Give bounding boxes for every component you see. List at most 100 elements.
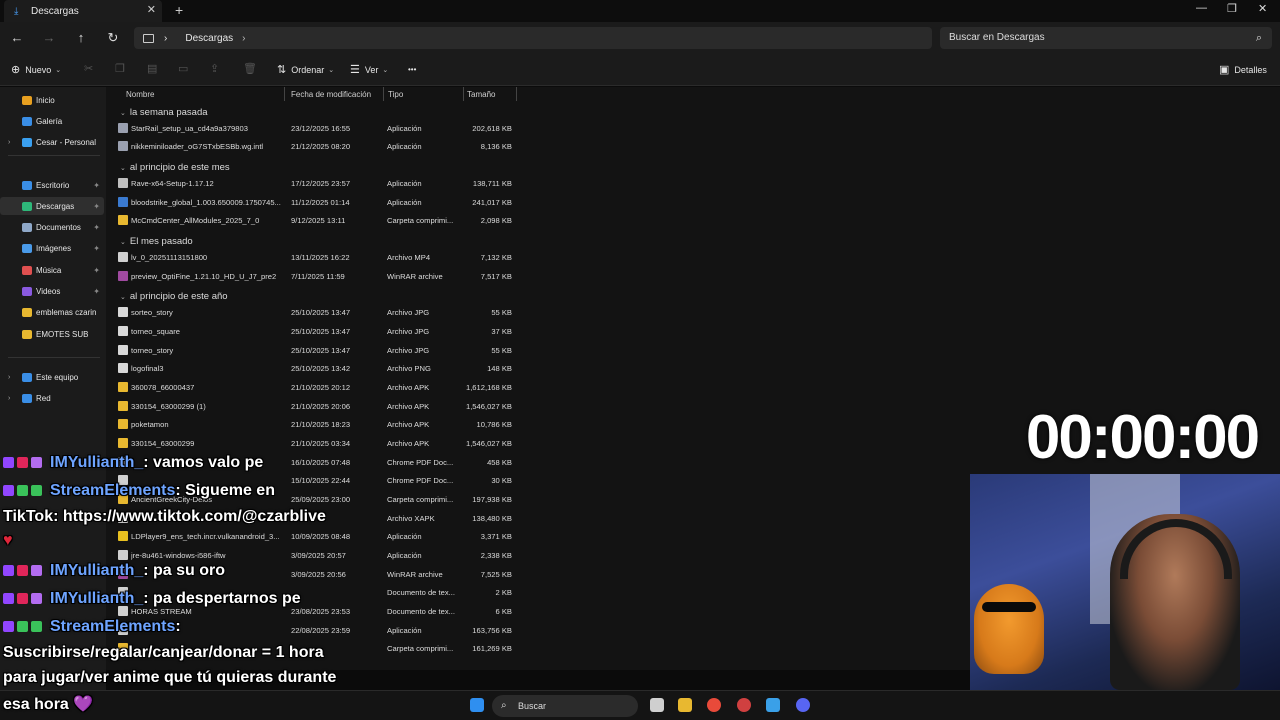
taskbar-search[interactable]: ⌕ Buscar: [492, 695, 638, 717]
group-header[interactable]: ⌄ al principio de este año: [120, 291, 228, 302]
column-name[interactable]: Nombre: [126, 90, 154, 99]
sidebar-item-documentos[interactable]: Documentos ✦: [0, 218, 104, 236]
file-row[interactable]: preview_OptiFine_1.21.10_HD_U_J7_pre2 7/1…: [106, 267, 516, 285]
up-button[interactable]: ↑: [74, 30, 88, 45]
column-type[interactable]: Tipo: [388, 90, 403, 99]
file-row[interactable]: McCmdCenter_AllModules_2025_7_0 9/12/2025…: [106, 211, 516, 229]
sidebar-item-música[interactable]: Música ✦: [0, 261, 104, 279]
sidebar-item-label: Galería: [36, 116, 63, 126]
file-date: 7/11/2025 11:59: [291, 271, 345, 281]
chevron-right-icon[interactable]: ›: [8, 395, 10, 402]
file-row[interactable]: 330154_63000299 21/10/2025 03:34 Archivo A…: [106, 434, 516, 452]
badge-icon: [17, 621, 28, 632]
rename-icon[interactable]: ▭: [178, 62, 188, 75]
group-label: El mes pasado: [129, 236, 193, 247]
file-row[interactable]: StarRail_setup_ua_cd4a9a379803 23/12/2025…: [106, 119, 516, 137]
sort-button[interactable]: ⇅ Ordenar ⌄: [277, 63, 334, 76]
new-button[interactable]: ⊕ Nuevo ⌄: [11, 63, 61, 76]
chat-text: esa hora 💜: [3, 696, 94, 713]
chevron-down-icon[interactable]: ⌄: [120, 294, 126, 301]
windows-start-icon[interactable]: [470, 698, 484, 712]
app-icon[interactable]: [737, 698, 751, 712]
details-button[interactable]: ▣ Detalles: [1219, 63, 1267, 76]
cloud-icon: [22, 137, 32, 147]
download-icon: ⤓: [14, 5, 19, 17]
file-row[interactable]: torneo_square 25/10/2025 13:47 Archivo JPG…: [106, 322, 516, 340]
refresh-button[interactable]: ↻: [106, 30, 120, 46]
breadcrumb-chevron-icon[interactable]: ›: [242, 33, 245, 44]
maximize-button[interactable]: ❐: [1227, 2, 1237, 15]
share-icon[interactable]: ⇪: [210, 62, 219, 75]
view-button[interactable]: ☰ Ver ⌄: [350, 63, 388, 76]
file-row[interactable]: Rave-x64-Setup-1.17.12 17/12/2025 23:57 Ap…: [106, 174, 516, 192]
close-window-button[interactable]: ✕: [1258, 2, 1267, 15]
close-tab-icon[interactable]: ✕: [147, 3, 156, 16]
new-tab-button[interactable]: +: [175, 2, 183, 18]
file-row[interactable]: 360078_66000437 21/10/2025 20:12 Archivo A…: [106, 378, 516, 396]
chat-text: : pa su oro: [143, 562, 226, 579]
chat-username: IMYulliaпth_: [50, 454, 144, 471]
group-label: la semana pasada: [129, 107, 208, 118]
file-size: 138,480 KB: [472, 513, 512, 523]
chat-text: Suscribirse/regalar/canjear/donar = 1 ho…: [3, 644, 324, 661]
file-row[interactable]: torneo_story 25/10/2025 13:47 Archivo JPG 5…: [106, 341, 516, 359]
file-row[interactable]: 330154_63000299 (1) 21/10/2025 20:06 Archi…: [106, 397, 516, 415]
group-label: al principio de este año: [129, 291, 228, 302]
sidebar-item-videos[interactable]: Videos ✦: [0, 282, 104, 300]
sidebar-item-emblemas-czarin[interactable]: emblemas czarin: [0, 303, 104, 321]
paste-icon[interactable]: ▤: [147, 62, 157, 75]
file-row[interactable]: bloodstrike_global_1.003.650009.1750745.…: [106, 193, 516, 211]
back-button[interactable]: ←: [10, 30, 24, 45]
gallery-icon: [22, 116, 32, 126]
file-explorer-icon[interactable]: [678, 698, 692, 712]
file-row[interactable]: sorteo_story 25/10/2025 13:47 Archivo JPG 5…: [106, 303, 516, 321]
group-header[interactable]: ⌄ la semana pasada: [120, 107, 208, 118]
sidebar-item-imágenes[interactable]: Imágenes ✦: [0, 239, 104, 257]
sidebar-item-este-equipo[interactable]: › Este equipo: [0, 368, 104, 386]
chrome-icon[interactable]: [707, 698, 721, 712]
file-icon: [118, 400, 128, 411]
delete-icon[interactable]: 🗑: [243, 62, 257, 75]
breadcrumb-descargas[interactable]: Descargas: [185, 33, 233, 44]
sidebar-item-cesar-personal[interactable]: › Cesar - Personal: [0, 133, 104, 151]
sidebar-item-emotes-sub[interactable]: EMOTES SUB: [0, 325, 104, 343]
address-bar[interactable]: › Descargas ›: [134, 27, 932, 49]
column-size[interactable]: Tamaño: [467, 90, 495, 99]
file-row[interactable]: nikkeminiloader_oG7STxbESBb.wg.intl 21/12…: [106, 137, 516, 155]
sidebar-item-red[interactable]: › Red: [0, 389, 104, 407]
notepad-icon[interactable]: [766, 698, 780, 712]
chevron-right-icon[interactable]: ›: [8, 374, 10, 381]
group-header[interactable]: ⌄ El mes pasado: [120, 236, 193, 247]
file-icon: [118, 307, 128, 317]
search-input[interactable]: Buscar en Descargas ⌕: [940, 27, 1272, 49]
chevron-down-icon[interactable]: ⌄: [120, 239, 126, 246]
sidebar-item-descargas[interactable]: Descargas ✦: [0, 197, 104, 215]
task-view-icon[interactable]: [650, 698, 664, 712]
file-row[interactable]: logofinal3 25/10/2025 13:42 Archivo PNG 148…: [106, 359, 516, 377]
copy-icon[interactable]: ❐: [115, 62, 125, 75]
file-size: 30 KB: [491, 476, 512, 485]
file-row[interactable]: lv_0_20251113151800 13/11/2025 16:22 Archi…: [106, 248, 516, 266]
chevron-down-icon[interactable]: ⌄: [120, 110, 126, 117]
sidebar-item-escritorio[interactable]: Escritorio ✦: [0, 176, 104, 194]
chevron-right-icon[interactable]: ›: [8, 139, 10, 146]
file-type: Archivo PNG: [387, 364, 431, 373]
column-modified[interactable]: Fecha de modificación: [291, 90, 371, 99]
forward-button[interactable]: →: [42, 30, 56, 45]
group-header[interactable]: ⌄ al principio de este mes: [120, 162, 230, 173]
file-row[interactable]: poketamon 21/10/2025 18:23 Archivo APK 10,7…: [106, 415, 516, 433]
minimize-button[interactable]: —: [1196, 2, 1207, 14]
folder-icon: [22, 329, 32, 339]
more-options-button[interactable]: •••: [408, 65, 416, 74]
file-icon: [118, 438, 128, 448]
file-name: 330154_63000299 (1): [131, 401, 206, 411]
sidebar-item-galería[interactable]: Galería: [0, 112, 104, 130]
discord-icon[interactable]: [796, 698, 810, 712]
file-name: torneo_square: [131, 327, 180, 336]
tab-descargas[interactable]: ⤓ Descargas ✕: [4, 0, 162, 22]
chevron-down-icon[interactable]: ⌄: [120, 165, 126, 172]
search-icon[interactable]: ⌕: [1256, 27, 1262, 49]
home-icon: [22, 95, 32, 105]
cut-icon[interactable]: ✂: [84, 62, 93, 75]
sidebar-item-inicio[interactable]: Inicio: [0, 91, 104, 109]
